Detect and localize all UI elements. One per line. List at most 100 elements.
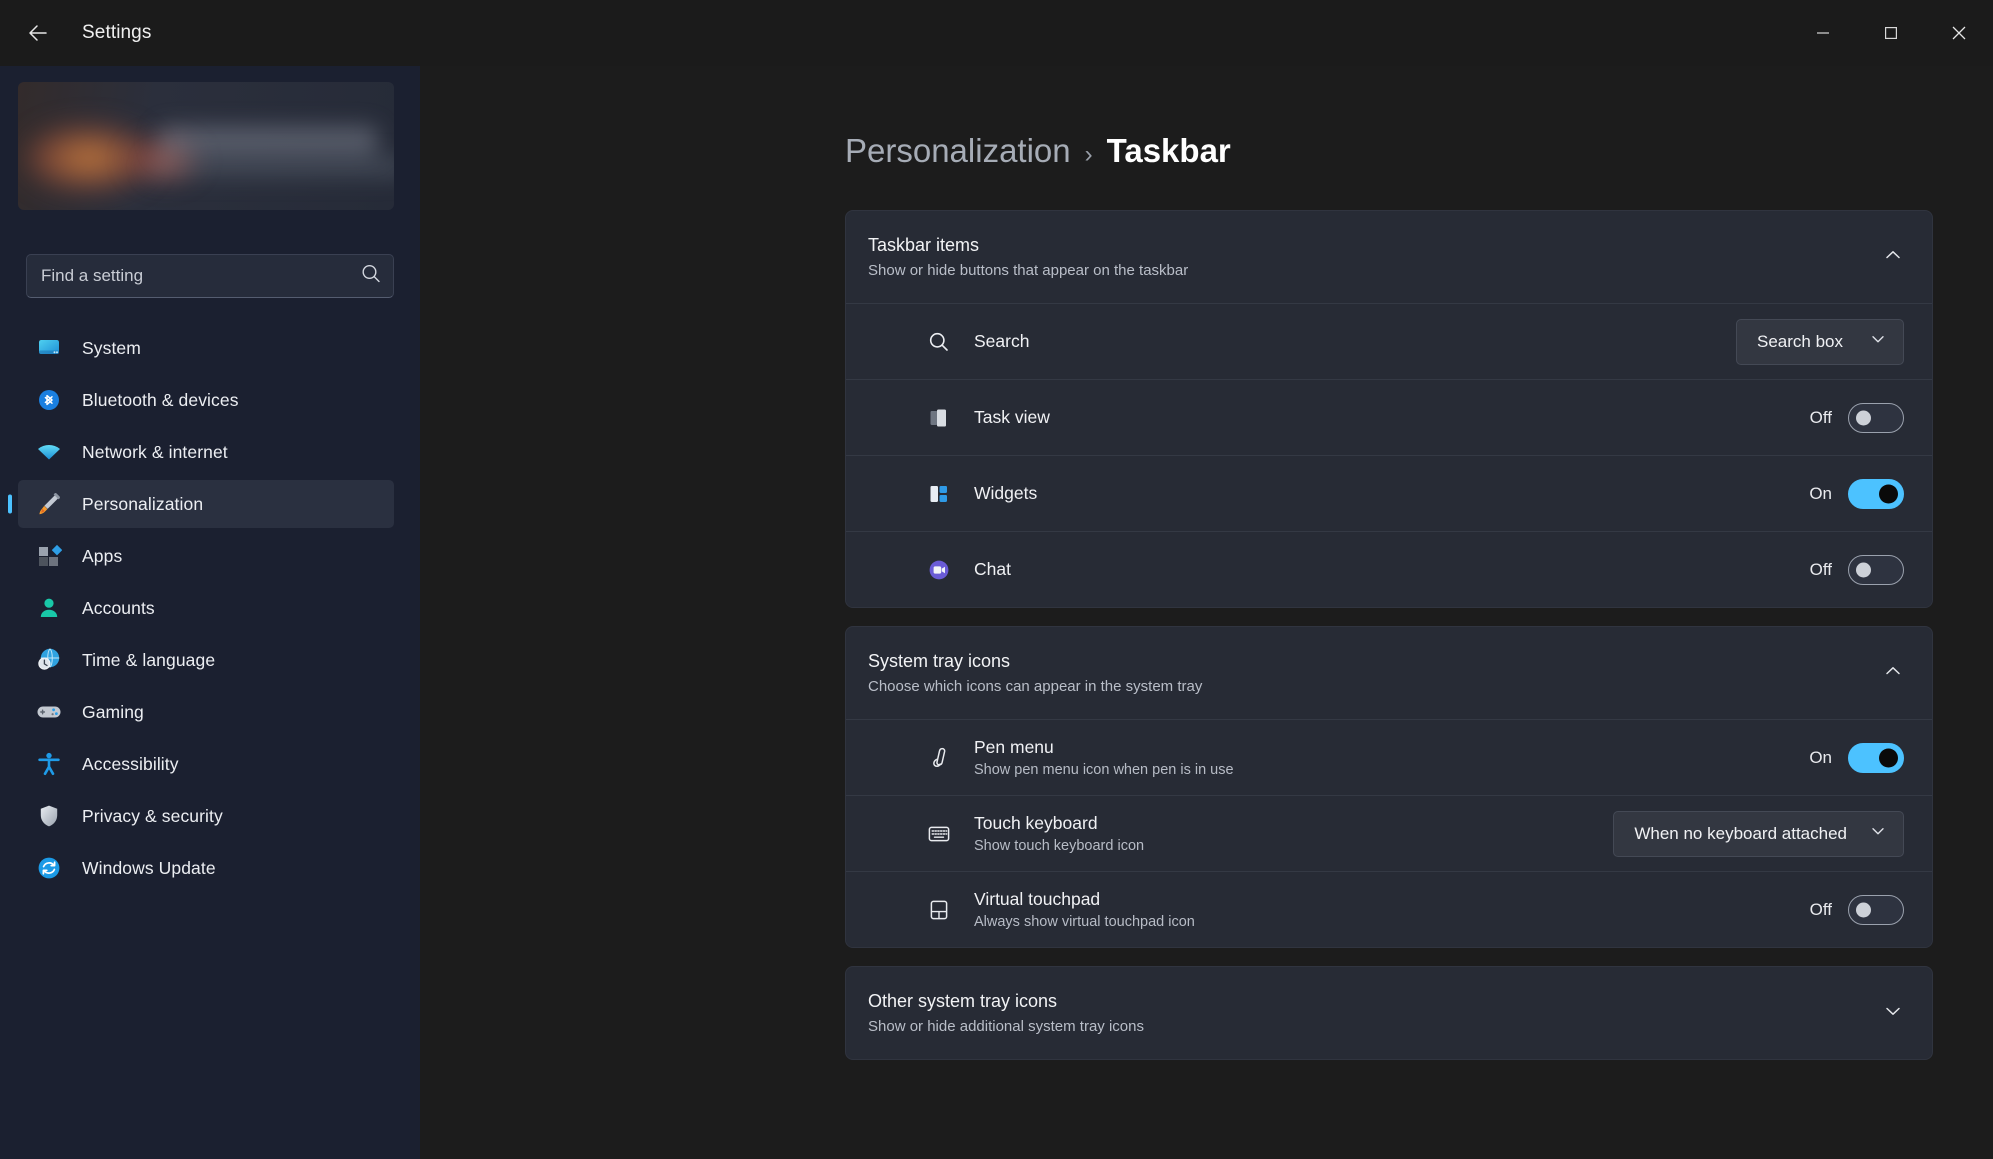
account-card[interactable] (18, 82, 394, 210)
row-pen-menu[interactable]: Pen menu Show pen menu icon when pen is … (846, 719, 1932, 795)
card-system-tray-icons: System tray icons Choose which icons can… (845, 626, 1933, 948)
minimize-icon (1816, 26, 1830, 40)
chat-toggle[interactable] (1848, 554, 1904, 585)
row-control: On (1806, 478, 1904, 509)
apps-icon (34, 541, 64, 571)
row-chat[interactable]: Chat Off (846, 531, 1932, 607)
sidebar-item-windows-update[interactable]: Windows Update (18, 844, 394, 892)
search-mode-dropdown[interactable]: Search box (1736, 318, 1904, 365)
clock-globe-icon (34, 645, 64, 675)
settings-cards: Taskbar items Show or hide buttons that … (420, 178, 1993, 1060)
card-title: Other system tray icons (868, 991, 1058, 1011)
maximize-icon (1884, 26, 1898, 40)
sidebar-item-label: Network & internet (82, 441, 228, 462)
chevron-down-icon (1869, 330, 1887, 353)
row-subtitle: Show pen menu icon when pen is in use (974, 762, 1234, 778)
pen-icon (924, 743, 954, 773)
row-texts: Chat (974, 559, 1806, 580)
close-button[interactable] (1925, 0, 1993, 66)
sidebar: System Bluetooth & devices (0, 66, 420, 1159)
monitor-icon (34, 333, 64, 363)
row-control: Search box (1736, 318, 1904, 365)
settings-window: Settings Find a setting System Bluetooth… (0, 0, 1993, 1159)
widgets-toggle[interactable] (1848, 478, 1904, 509)
sidebar-item-privacy-security[interactable]: Privacy & security (18, 792, 394, 840)
chevron-down-icon[interactable] (1882, 1000, 1904, 1027)
row-search[interactable]: Search Search box (846, 303, 1932, 379)
card-title: Taskbar items (868, 235, 980, 255)
card-header-other-system-tray-icons[interactable]: Other system tray icons Show or hide add… (846, 967, 1932, 1059)
sidebar-item-apps[interactable]: Apps (18, 532, 394, 580)
sidebar-item-label: Personalization (82, 493, 204, 514)
search-icon (924, 327, 954, 357)
card-subtitle: Show or hide buttons that appear on the … (868, 262, 1189, 279)
sidebar-item-accessibility[interactable]: Accessibility (18, 740, 394, 788)
dropdown-value: Search box (1757, 331, 1843, 351)
breadcrumb-parent[interactable]: Personalization (845, 132, 1071, 170)
chevron-up-icon[interactable] (1882, 244, 1904, 271)
card-header-texts: Other system tray icons Show or hide add… (868, 991, 1866, 1035)
sidebar-item-accounts[interactable]: Accounts (18, 584, 394, 632)
accessibility-icon (34, 749, 64, 779)
row-control: Off (1806, 554, 1904, 585)
sidebar-item-time-language[interactable]: Time & language (18, 636, 394, 684)
card-header-taskbar-items[interactable]: Taskbar items Show or hide buttons that … (846, 211, 1932, 303)
sidebar-item-personalization[interactable]: Personalization (18, 480, 394, 528)
breadcrumb: Personalization › Taskbar (420, 66, 1993, 178)
toggle-state-label: On (1809, 747, 1832, 767)
pen-menu-toggle[interactable] (1848, 742, 1904, 773)
row-virtual-touchpad[interactable]: Virtual touchpad Always show virtual tou… (846, 871, 1932, 947)
sidebar-item-label: Accounts (82, 597, 155, 618)
sidebar-item-system[interactable]: System (18, 324, 394, 372)
page-title: Taskbar (1106, 132, 1231, 169)
minimize-button[interactable] (1789, 0, 1857, 66)
toggle-knob (1879, 748, 1898, 767)
chevron-up-icon[interactable] (1882, 660, 1904, 687)
row-subtitle: Show touch keyboard icon (974, 838, 1145, 854)
sidebar-item-gaming[interactable]: Gaming (18, 688, 394, 736)
row-texts: Touch keyboard Show touch keyboard icon (974, 813, 1613, 854)
touch-keyboard-dropdown[interactable]: When no keyboard attached (1613, 810, 1904, 857)
account-name-blurred (158, 126, 378, 156)
row-title: Search (974, 331, 1030, 351)
row-title: Pen menu (974, 737, 1054, 757)
card-header-texts: System tray icons Choose which icons can… (868, 651, 1866, 695)
row-title: Task view (974, 407, 1050, 427)
sidebar-nav: System Bluetooth & devices Network & int… (0, 324, 420, 892)
maximize-button[interactable] (1857, 0, 1925, 66)
toggle-state-label: Off (1809, 559, 1832, 579)
card-other-system-tray-icons: Other system tray icons Show or hide add… (845, 966, 1933, 1060)
back-arrow-icon (26, 21, 50, 45)
sidebar-item-label: Windows Update (82, 857, 216, 878)
sidebar-item-label: Bluetooth & devices (82, 389, 239, 410)
row-texts: Widgets (974, 483, 1806, 504)
bluetooth-icon (34, 385, 64, 415)
task-view-toggle[interactable] (1848, 402, 1904, 433)
card-header-system-tray-icons[interactable]: System tray icons Choose which icons can… (846, 627, 1932, 719)
card-subtitle: Choose which icons can appear in the sys… (868, 678, 1203, 695)
dropdown-value: When no keyboard attached (1634, 823, 1847, 843)
sidebar-item-label: Time & language (82, 649, 216, 670)
back-button[interactable] (14, 9, 62, 57)
row-texts: Search (974, 331, 1736, 352)
row-task-view[interactable]: Task view Off (846, 379, 1932, 455)
row-control: Off (1806, 402, 1904, 433)
row-subtitle: Always show virtual touchpad icon (974, 914, 1195, 930)
sidebar-item-network-internet[interactable]: Network & internet (18, 428, 394, 476)
search-input[interactable] (26, 254, 394, 298)
row-texts: Pen menu Show pen menu icon when pen is … (974, 737, 1806, 778)
virtual-touchpad-toggle[interactable] (1848, 894, 1904, 925)
row-title: Widgets (974, 483, 1038, 503)
row-widgets[interactable]: Widgets On (846, 455, 1932, 531)
paintbrush-icon (34, 489, 64, 519)
card-header-texts: Taskbar items Show or hide buttons that … (868, 235, 1866, 279)
row-texts: Virtual touchpad Always show virtual tou… (974, 889, 1806, 930)
sidebar-item-bluetooth-devices[interactable]: Bluetooth & devices (18, 376, 394, 424)
row-touch-keyboard[interactable]: Touch keyboard Show touch keyboard icon … (846, 795, 1932, 871)
sidebar-item-label: Accessibility (82, 753, 179, 774)
toggle-knob (1856, 902, 1871, 917)
close-icon (1951, 25, 1967, 41)
update-icon (34, 853, 64, 883)
toggle-state-label: Off (1809, 407, 1832, 427)
sidebar-item-label: Apps (82, 545, 123, 566)
